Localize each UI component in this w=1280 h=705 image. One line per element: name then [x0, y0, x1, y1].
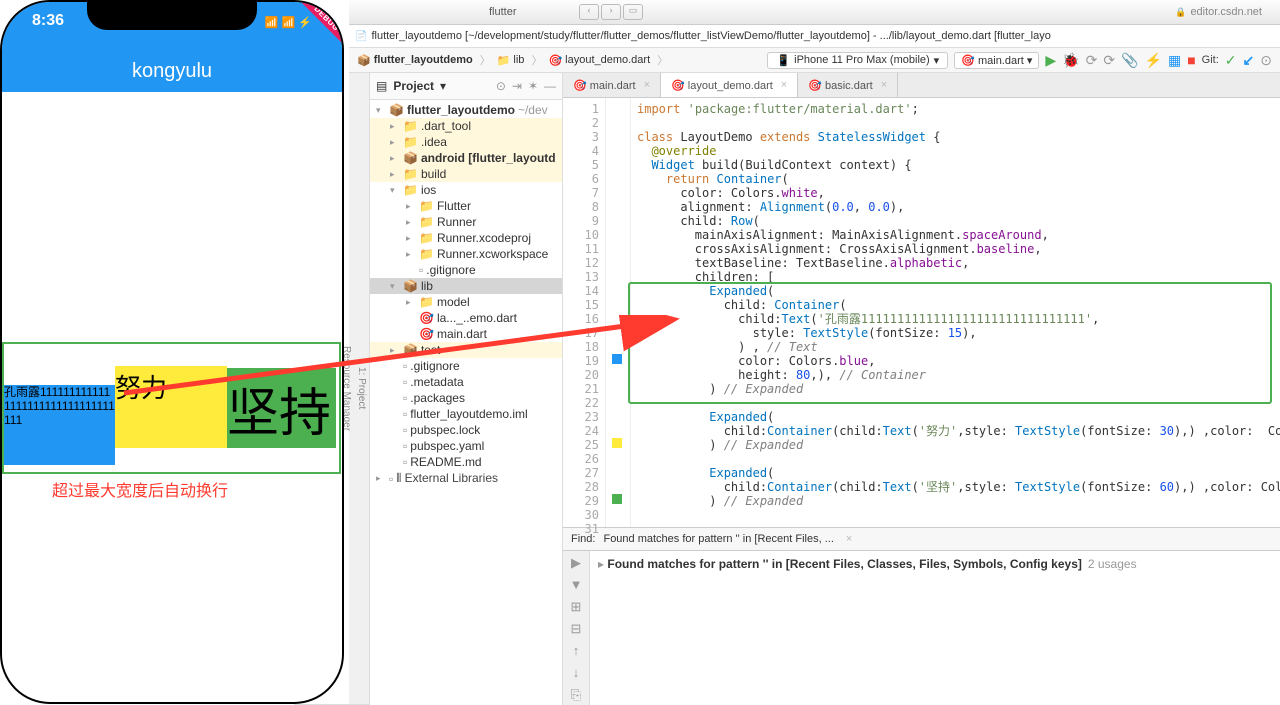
tree-node[interactable]: ▫ flutter_layoutdemo.iml — [370, 406, 562, 422]
vcs-update-icon[interactable]: ✓ — [1225, 52, 1237, 69]
tree-root[interactable]: ▾📦 flutter_layoutdemo ~/dev — [370, 102, 562, 118]
line-numbers: 1234567891011121314151617181920212223242… — [563, 98, 606, 527]
tree-node[interactable]: ▸📁 .idea — [370, 134, 562, 150]
collapse-all-icon[interactable]: ⊟ — [571, 621, 582, 639]
tree-node[interactable]: ▸📦 test — [370, 342, 562, 358]
tab-close-icon[interactable]: × — [881, 79, 887, 91]
annotation-caption: 超过最大宽度后自动换行 — [52, 477, 228, 501]
run-icon[interactable]: ▶ — [1045, 52, 1056, 69]
toolbar-actions: ▶ 🐞 ⟳ ⟳ 📎 ⚡ ▦ ■ Git: ✓ ↙ ⊙ — [1045, 52, 1272, 69]
highlight-box — [628, 282, 1272, 404]
vcs-commit-icon[interactable]: ↙ — [1243, 52, 1255, 69]
settings-icon[interactable]: ✶ — [528, 79, 538, 93]
status-time: 8:36 — [32, 12, 64, 30]
project-path-bar: flutter_layoutdemo [~/development/study/… — [349, 25, 1280, 48]
filter-icon[interactable]: ▼ — [570, 577, 583, 595]
find-close-icon[interactable]: × — [846, 533, 852, 545]
tree-node[interactable]: ▸📁 model — [370, 294, 562, 310]
select-opened-icon[interactable]: ⊙ — [496, 79, 506, 93]
tree-node[interactable]: ▫ pubspec.yaml — [370, 438, 562, 454]
tree-node[interactable]: ▸📁 Flutter — [370, 198, 562, 214]
tree-node[interactable]: ▾📦 lib — [370, 278, 562, 294]
rerun-icon[interactable]: ▶ — [571, 555, 581, 573]
coverage-icon[interactable]: ⟳ — [1086, 52, 1098, 69]
crumb-lib[interactable]: 📁 lib — [497, 52, 543, 68]
git-label: Git: — [1202, 54, 1219, 66]
devtools-icon[interactable]: ▦ — [1168, 52, 1181, 69]
tree-node[interactable]: ▸📁 build — [370, 166, 562, 182]
breadcrumb-toolbar: 📦 flutter_layoutdemo 📁 lib 🎯 layout_demo… — [349, 48, 1280, 73]
attach-icon[interactable]: 📎 — [1121, 52, 1138, 69]
code-editor[interactable]: 1234567891011121314151617181920212223242… — [563, 98, 1280, 527]
find-summary: Found matches for pattern '' in [Recent … — [603, 533, 833, 545]
tree-node[interactable]: ▫ .gitignore — [370, 262, 562, 278]
editor-tab[interactable]: 🎯 main.dart × — [563, 73, 661, 97]
tree-node[interactable]: ▸📁 Runner — [370, 214, 562, 230]
editor-tab[interactable]: 🎯 basic.dart × — [798, 73, 898, 97]
device-selector[interactable]: 📱 iPhone 11 Pro Max (mobile) ▾ — [767, 52, 948, 69]
hide-icon[interactable]: — — [544, 79, 556, 93]
collapse-icon[interactable]: ⇥ — [512, 79, 522, 93]
color-swatch-green — [612, 494, 622, 504]
tree-node[interactable]: ▸📁 .dart_tool — [370, 118, 562, 134]
prev-icon[interactable]: ↑ — [573, 643, 580, 661]
project-panel-header[interactable]: ▤Project▾ ⊙⇥✶— — [370, 73, 562, 100]
tw-project[interactable]: 1: Project — [354, 73, 369, 705]
crumb-project[interactable]: 📦 flutter_layoutdemo — [357, 52, 491, 68]
hot-reload-icon[interactable]: ⚡ — [1145, 52, 1162, 69]
tab-close-icon[interactable]: × — [644, 79, 650, 91]
tree-node[interactable]: ▸📦 android [flutter_layoutd — [370, 150, 562, 166]
profile-icon[interactable]: ⟳ — [1103, 52, 1115, 69]
crumb-file[interactable]: 🎯 layout_demo.dart — [548, 52, 668, 68]
export-icon[interactable]: ⎘ — [571, 687, 581, 705]
tree-node[interactable]: ▸▫ ⫴ External Libraries — [370, 470, 562, 487]
tree-node[interactable]: ▫ .metadata — [370, 374, 562, 390]
editor-tab[interactable]: 🎯 layout_demo.dart × — [661, 73, 798, 97]
tree-node[interactable]: ▾📁 ios — [370, 182, 562, 198]
project-panel: ▤Project▾ ⊙⇥✶— ▾📦 flutter_layoutdemo ~/d… — [370, 73, 563, 705]
tree-node[interactable]: ▸📁 Runner.xcodeproj — [370, 230, 562, 246]
layout-preview: 坚持 努力 孔雨露1111111111111111111111111111111… — [2, 342, 341, 474]
phone-simulator: DEBUG 8:36 📶 📶 ⚡ kongyulu 坚持 努力 孔雨露11111… — [0, 0, 344, 704]
results-content[interactable]: ▸ Found matches for pattern '' in [Recen… — [590, 551, 1280, 705]
titlebar-buttons[interactable]: ‹›▭ — [579, 4, 643, 20]
tree-node[interactable]: ▫ .gitignore — [370, 358, 562, 374]
window-title: flutter — [489, 6, 517, 18]
tree-node[interactable]: 🎯 la..._..emo.dart — [370, 310, 562, 326]
tree-node[interactable]: ▫ README.md — [370, 454, 562, 470]
path-text: flutter_layoutdemo [~/development/study/… — [355, 30, 1051, 42]
yellow-box: 努力 — [115, 366, 227, 448]
run-config-selector[interactable]: 🎯 main.dart ▾ — [954, 52, 1039, 69]
color-swatch-blue — [612, 354, 622, 364]
ide-window: flutter ‹›▭ editor.csdn.net flutter_layo… — [349, 0, 1280, 705]
status-icons: 📶 📶 ⚡ — [265, 16, 312, 29]
tree-node[interactable]: ▸📁 Runner.xcworkspace — [370, 246, 562, 262]
debug-icon[interactable]: 🐞 — [1062, 52, 1079, 69]
stop-icon[interactable]: ■ — [1187, 52, 1195, 68]
blue-box: 孔雨露1111111111111111111111111111111111 — [4, 385, 115, 465]
find-results-panel: ▶ ▼ ⊞ ⊟ ↑ ↓ ⎘ ▸ Found matches for patter… — [563, 550, 1280, 705]
color-swatch-yellow — [612, 438, 622, 448]
browser-url: editor.csdn.net — [1175, 6, 1262, 18]
editor-area: 🎯 main.dart ×🎯 layout_demo.dart ×🎯 basic… — [563, 73, 1280, 705]
tree-node[interactable]: 🎯 main.dart — [370, 326, 562, 342]
left-toolwindow-bar[interactable]: 1: Project Resource Manager Layout Captu… — [349, 73, 370, 705]
project-tree[interactable]: ▾📦 flutter_layoutdemo ~/dev ▸📁 .dart_too… — [370, 100, 562, 705]
editor-tabs: 🎯 main.dart ×🎯 layout_demo.dart ×🎯 basic… — [563, 73, 1280, 98]
next-icon[interactable]: ↓ — [573, 665, 580, 683]
mac-titlebar: flutter ‹›▭ editor.csdn.net — [349, 0, 1280, 25]
phone-notch — [87, 2, 257, 30]
find-bar: Find: Found matches for pattern '' in [R… — [563, 527, 1280, 550]
tree-node[interactable]: ▫ pubspec.lock — [370, 422, 562, 438]
vcs-history-icon[interactable]: ⊙ — [1260, 52, 1272, 69]
expand-icon[interactable]: ⊞ — [571, 599, 582, 617]
green-box: 坚持 — [227, 368, 336, 448]
tree-node[interactable]: ▫ .packages — [370, 390, 562, 406]
results-toolbar: ▶ ▼ ⊞ ⊟ ↑ ↓ ⎘ — [563, 551, 590, 705]
tab-close-icon[interactable]: × — [781, 79, 787, 91]
